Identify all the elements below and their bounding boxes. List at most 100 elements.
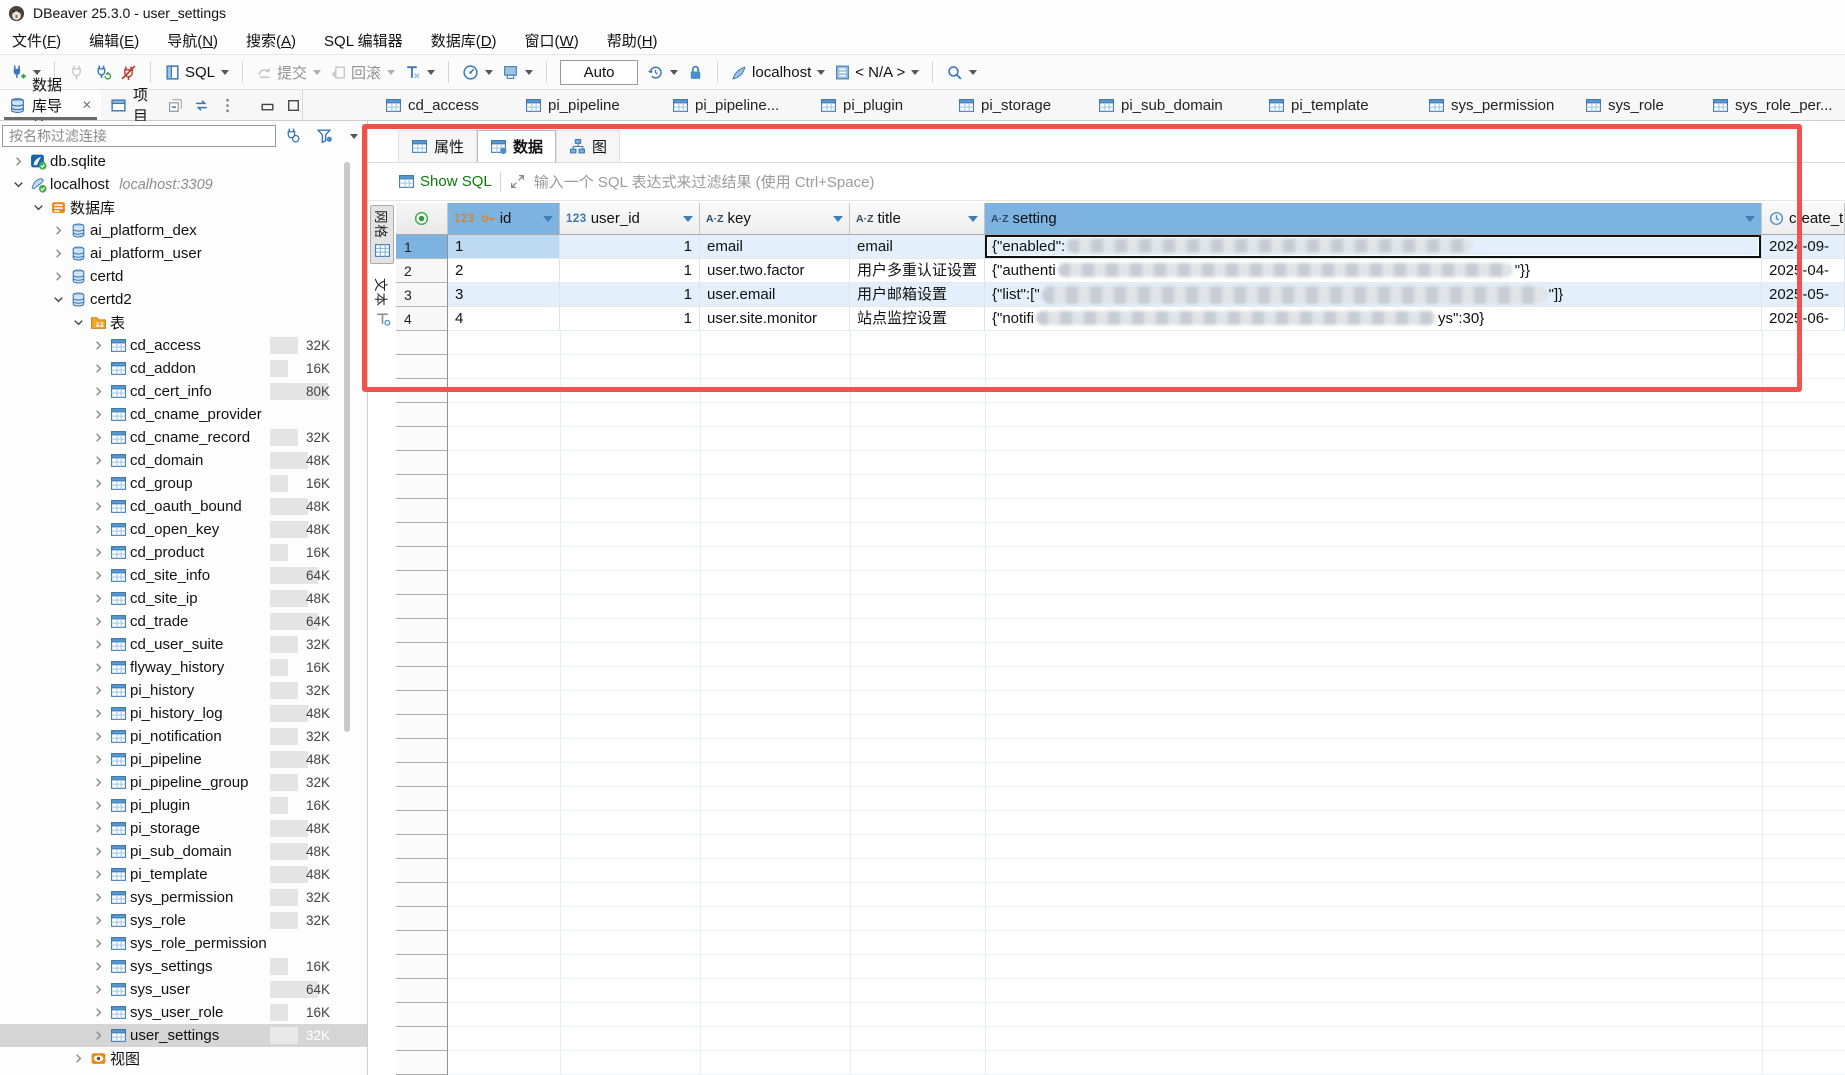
collapse-all-icon[interactable] — [167, 97, 184, 114]
editor-tab-pi_plugin[interactable]: pi_plugin — [820, 90, 903, 120]
link-with-editor-icon[interactable] — [193, 97, 210, 114]
editor-tab-pi_pipeline...[interactable]: pi_pipeline... — [672, 90, 779, 120]
cell-title[interactable]: 用户多重认证设置 — [850, 259, 985, 283]
tree-item-cd_oauth_bound[interactable]: cd_oauth_bound48K — [0, 495, 367, 518]
column-header-key[interactable]: A·Zkey — [700, 203, 850, 235]
connection-filter-input[interactable] — [2, 125, 276, 147]
tab-diagram[interactable]: 图 — [556, 130, 620, 162]
column-header-user_id[interactable]: 123user_id — [560, 203, 700, 235]
menu-item-3[interactable]: 搜索(A) — [246, 30, 296, 51]
cell-create-time[interactable]: 2025-04- — [1762, 259, 1845, 283]
column-menu-caret[interactable] — [543, 216, 553, 222]
tree-item-sys_role_permission[interactable]: sys_role_permission — [0, 932, 367, 955]
tab-projects[interactable]: 项目 — [101, 90, 157, 120]
editor-tab-sys_role[interactable]: sys_role — [1585, 90, 1664, 120]
tree-item-cd_site_ip[interactable]: cd_site_ip48K — [0, 587, 367, 610]
tab-properties[interactable]: 属性 — [398, 130, 477, 162]
tree-item-folder-partial[interactable] — [0, 1070, 367, 1075]
funnel-filter-icon[interactable] — [316, 127, 333, 144]
cell-key[interactable]: user.email — [700, 283, 850, 307]
cell-id[interactable]: 4 — [448, 307, 560, 331]
grid-corner-cell[interactable] — [396, 203, 448, 235]
presentation-grid-button[interactable]: 网格 — [370, 205, 394, 264]
menu-item-2[interactable]: 导航(N) — [167, 30, 218, 51]
sql-editor-button[interactable]: SQL — [164, 64, 229, 81]
tree-item-pi_storage[interactable]: pi_storage48K — [0, 817, 367, 840]
tree-item-sys_role[interactable]: sys_role32K — [0, 909, 367, 932]
grid-row-1[interactable]: 111emailemail{"enabled":2024-09- — [396, 235, 1845, 259]
cell-setting[interactable]: {"enabled": — [985, 235, 1762, 259]
row-number[interactable]: 4 — [396, 307, 448, 331]
close-icon[interactable]: ✕ — [82, 98, 92, 112]
tree-item-视图[interactable]: 视图 — [0, 1047, 367, 1070]
reconnect-button[interactable] — [94, 64, 111, 81]
cell-id[interactable]: 2 — [448, 259, 560, 283]
commit-button[interactable]: 提交 — [256, 62, 321, 83]
tree-item-pi_template[interactable]: pi_template48K — [0, 863, 367, 886]
active-connection-selector[interactable]: localhost — [731, 64, 825, 81]
tree-item-pi_notification[interactable]: pi_notification32K — [0, 725, 367, 748]
transaction-log-button[interactable] — [647, 64, 678, 81]
column-header-id[interactable]: 123id — [448, 203, 560, 235]
cell-key[interactable]: email — [700, 235, 850, 259]
cell-user-id[interactable]: 1 — [560, 283, 700, 307]
tree-item-pi_sub_domain[interactable]: pi_sub_domain48K — [0, 840, 367, 863]
menu-item-1[interactable]: 编辑(E) — [89, 30, 139, 51]
sidebar-scrollbar[interactable] — [344, 162, 350, 732]
tree-item-cd_site_info[interactable]: cd_site_info64K — [0, 564, 367, 587]
tree-item-db.sqlite[interactable]: db.sqlite — [0, 150, 367, 173]
tree-item-ai_platform_user[interactable]: ai_platform_user — [0, 242, 367, 265]
menu-item-7[interactable]: 帮助(H) — [607, 30, 658, 51]
rollback-button[interactable]: 回滚 — [330, 62, 395, 83]
grid-row-2[interactable]: 221user.two.factor用户多重认证设置{"authenti"}}2… — [396, 259, 1845, 283]
column-header-title[interactable]: A·Ztitle — [850, 203, 985, 235]
tree-item-cd_product[interactable]: cd_product16K — [0, 541, 367, 564]
filter-connection-icon[interactable] — [284, 127, 301, 144]
cell-id[interactable]: 1 — [448, 235, 560, 259]
expand-filter-icon[interactable] — [509, 173, 526, 190]
column-menu-caret[interactable] — [968, 216, 978, 222]
cell-title[interactable]: 用户邮箱设置 — [850, 283, 985, 307]
transaction-filter-button[interactable] — [404, 64, 435, 81]
tree-item-cd_open_key[interactable]: cd_open_key48K — [0, 518, 367, 541]
tree-item-sys_user[interactable]: sys_user64K — [0, 978, 367, 1001]
tree-item-sys_user_role[interactable]: sys_user_role16K — [0, 1001, 367, 1024]
row-number[interactable]: 3 — [396, 283, 448, 307]
cell-create-time[interactable]: 2024-09- — [1762, 235, 1845, 259]
cell-setting[interactable]: {"authenti"}} — [985, 259, 1762, 283]
output-button[interactable] — [502, 64, 533, 81]
tree-item-pi_history_log[interactable]: pi_history_log48K — [0, 702, 367, 725]
editor-tab-pi_template[interactable]: pi_template — [1268, 90, 1369, 120]
tree-item-cd_cname_provider[interactable]: cd_cname_provider — [0, 403, 367, 426]
tree-item-pi_pipeline_group[interactable]: pi_pipeline_group32K — [0, 771, 367, 794]
tab-database-navigator[interactable]: 数据库导航 ✕ — [0, 90, 101, 120]
minimize-view-icon[interactable] — [259, 97, 276, 114]
tree-item-sys_permission[interactable]: sys_permission32K — [0, 886, 367, 909]
dashboard-button[interactable] — [462, 64, 493, 81]
column-header-create_t[interactable]: create_t — [1762, 203, 1845, 235]
maximize-view-icon[interactable] — [285, 97, 302, 114]
tree-item-cd_cert_info[interactable]: cd_cert_info80K — [0, 380, 367, 403]
lock-button[interactable] — [687, 64, 704, 81]
editor-tab-pi_sub_domain[interactable]: pi_sub_domain — [1098, 90, 1223, 120]
tree-item-cd_user_suite[interactable]: cd_user_suite32K — [0, 633, 367, 656]
column-menu-caret[interactable] — [683, 216, 693, 222]
menu-item-6[interactable]: 窗口(W) — [525, 30, 579, 51]
editor-tab-sys_role_per...[interactable]: sys_role_per... — [1712, 90, 1833, 120]
menu-item-4[interactable]: SQL 编辑器 — [324, 30, 403, 51]
tree-item-cd_cname_record[interactable]: cd_cname_record32K — [0, 426, 367, 449]
tree-item-数据库[interactable]: 数据库 — [0, 196, 367, 219]
cell-user-id[interactable]: 1 — [560, 307, 700, 331]
search-button[interactable] — [946, 64, 977, 81]
disconnect-button[interactable] — [120, 64, 137, 81]
column-menu-caret[interactable] — [833, 216, 843, 222]
active-database-selector[interactable]: < N/A > — [834, 64, 919, 81]
cell-create-time[interactable]: 2025-05- — [1762, 283, 1845, 307]
column-header-setting[interactable]: A·Zsetting — [985, 203, 1762, 235]
tree-item-表[interactable]: 表 — [0, 311, 367, 334]
tree-item-cd_access[interactable]: cd_access32K — [0, 334, 367, 357]
row-number[interactable]: 2 — [396, 259, 448, 283]
tab-data[interactable]: 数据 — [477, 130, 556, 162]
tree-item-cd_group[interactable]: cd_group16K — [0, 472, 367, 495]
cell-create-time[interactable]: 2025-06- — [1762, 307, 1845, 331]
